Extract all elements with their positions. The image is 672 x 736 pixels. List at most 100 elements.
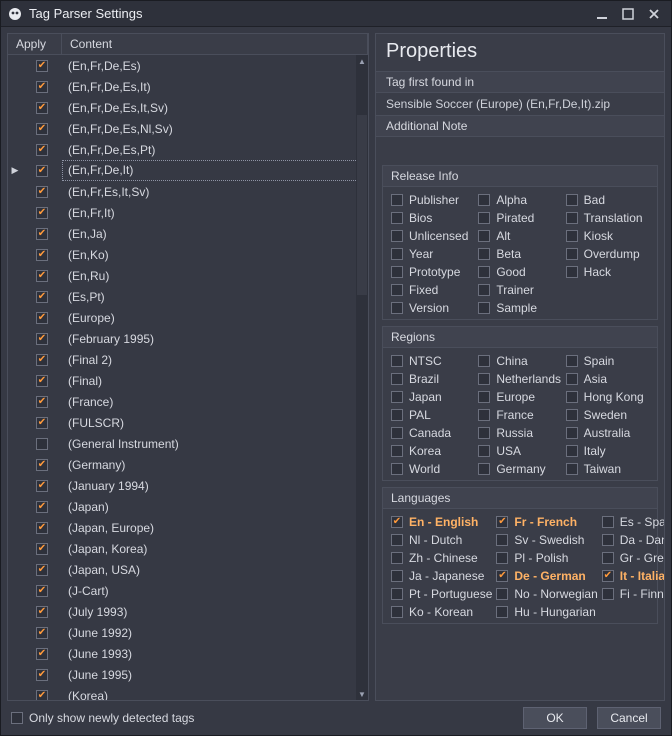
release-info-checkbox[interactable]: Trainer	[478, 283, 561, 297]
release-info-checkbox[interactable]: Alt	[478, 229, 561, 243]
regions-checkbox[interactable]: Asia	[566, 372, 649, 386]
table-row[interactable]: ✔(FULSCR)	[8, 412, 368, 433]
only-new-checkbox[interactable]: Only show newly detected tags	[11, 711, 194, 725]
languages-checkbox[interactable]: Pt - Portuguese	[391, 587, 492, 601]
regions-checkbox[interactable]: Russia	[478, 426, 561, 440]
release-info-checkbox[interactable]: Prototype	[391, 265, 474, 279]
regions-checkbox[interactable]: Spain	[566, 354, 649, 368]
regions-checkbox[interactable]: PAL	[391, 408, 474, 422]
regions-checkbox[interactable]: Sweden	[566, 408, 649, 422]
table-row[interactable]: ✔(Final)	[8, 370, 368, 391]
apply-checkbox[interactable]: ✔	[22, 396, 62, 408]
close-button[interactable]	[643, 5, 665, 23]
apply-checkbox[interactable]: ✔	[22, 375, 62, 387]
table-row[interactable]: ✔(En,Fr,It)	[8, 202, 368, 223]
apply-checkbox[interactable]: ✔	[22, 333, 62, 345]
table-row[interactable]: ✔(En,Fr,Es,It,Sv)	[8, 181, 368, 202]
apply-checkbox[interactable]: ✔	[22, 270, 62, 282]
column-apply[interactable]: Apply	[8, 34, 62, 54]
release-info-checkbox[interactable]: Publisher	[391, 193, 474, 207]
regions-checkbox[interactable]: Taiwan	[566, 462, 649, 476]
apply-checkbox[interactable]: ✔	[22, 102, 62, 114]
languages-checkbox[interactable]: ✔It - Italian	[602, 569, 665, 583]
apply-checkbox[interactable]: ✔	[22, 606, 62, 618]
languages-checkbox[interactable]: ✔Fr - French	[496, 515, 597, 529]
apply-checkbox[interactable]: ✔	[22, 543, 62, 555]
table-row[interactable]: ✔(En,Ru)	[8, 265, 368, 286]
regions-checkbox[interactable]: USA	[478, 444, 561, 458]
table-row[interactable]: ✔(Europe)	[8, 307, 368, 328]
table-row[interactable]: ✔(En,Fr,De,Es)	[8, 55, 368, 76]
release-info-checkbox[interactable]: Sample	[478, 301, 561, 315]
cancel-button[interactable]: Cancel	[597, 707, 661, 729]
table-row[interactable]: ✔(June 1993)	[8, 643, 368, 664]
apply-checkbox[interactable]: ✔	[22, 501, 62, 513]
release-info-checkbox[interactable]: Alpha	[478, 193, 561, 207]
release-info-checkbox[interactable]: Kiosk	[566, 229, 649, 243]
maximize-button[interactable]	[617, 5, 639, 23]
apply-checkbox[interactable]: ✔	[22, 522, 62, 534]
regions-checkbox[interactable]: World	[391, 462, 474, 476]
scroll-thumb[interactable]	[357, 115, 367, 295]
scroll-up-icon[interactable]: ▲	[356, 55, 368, 67]
scroll-down-icon[interactable]: ▼	[356, 688, 368, 700]
apply-checkbox[interactable]: ✔	[22, 459, 62, 471]
apply-checkbox[interactable]	[22, 438, 62, 450]
table-row[interactable]: ✔(En,Ko)	[8, 244, 368, 265]
table-row[interactable]: ✔(Germany)	[8, 454, 368, 475]
apply-checkbox[interactable]: ✔	[22, 417, 62, 429]
languages-checkbox[interactable]: Pl - Polish	[496, 551, 597, 565]
languages-checkbox[interactable]: Es - Spanish	[602, 515, 665, 529]
regions-checkbox[interactable]: Hong Kong	[566, 390, 649, 404]
additional-note-value[interactable]	[376, 137, 664, 159]
table-row[interactable]: ✔(Final 2)	[8, 349, 368, 370]
regions-checkbox[interactable]: Canada	[391, 426, 474, 440]
release-info-checkbox[interactable]: Beta	[478, 247, 561, 261]
table-row[interactable]: ✔(En,Ja)	[8, 223, 368, 244]
regions-checkbox[interactable]: Europe	[478, 390, 561, 404]
apply-checkbox[interactable]: ✔	[22, 228, 62, 240]
table-row[interactable]: ✔(January 1994)	[8, 475, 368, 496]
table-row[interactable]: ✔(Es,Pt)	[8, 286, 368, 307]
apply-checkbox[interactable]: ✔	[22, 354, 62, 366]
languages-checkbox[interactable]: Sv - Swedish	[496, 533, 597, 547]
release-info-checkbox[interactable]: Good	[478, 265, 561, 279]
languages-checkbox[interactable]: Hu - Hungarian	[496, 605, 597, 619]
release-info-checkbox[interactable]: Unlicensed	[391, 229, 474, 243]
table-row[interactable]: ✔(En,Fr,De,Es,It)	[8, 76, 368, 97]
languages-checkbox[interactable]: ✔En - English	[391, 515, 492, 529]
regions-checkbox[interactable]: NTSC	[391, 354, 474, 368]
table-row[interactable]: ▶✔(En,Fr,De,It)	[8, 160, 368, 181]
languages-checkbox[interactable]: Ko - Korean	[391, 605, 492, 619]
apply-checkbox[interactable]: ✔	[22, 564, 62, 576]
table-row[interactable]: ✔(En,Fr,De,Es,Pt)	[8, 139, 368, 160]
apply-checkbox[interactable]: ✔	[22, 123, 62, 135]
apply-checkbox[interactable]: ✔	[22, 669, 62, 681]
apply-checkbox[interactable]: ✔	[22, 585, 62, 597]
table-row[interactable]: ✔(En,Fr,De,Es,Nl,Sv)	[8, 118, 368, 139]
languages-checkbox[interactable]: No - Norwegian	[496, 587, 597, 601]
apply-checkbox[interactable]: ✔	[22, 627, 62, 639]
vertical-scrollbar[interactable]: ▲ ▼	[356, 55, 368, 700]
release-info-checkbox[interactable]: Overdump	[566, 247, 649, 261]
regions-checkbox[interactable]: Japan	[391, 390, 474, 404]
table-row[interactable]: ✔(Japan)	[8, 496, 368, 517]
regions-checkbox[interactable]: Netherlands	[478, 372, 561, 386]
release-info-checkbox[interactable]: Hack	[566, 265, 649, 279]
table-row[interactable]: ✔(Japan, Europe)	[8, 517, 368, 538]
minimize-button[interactable]	[591, 5, 613, 23]
regions-checkbox[interactable]: Australia	[566, 426, 649, 440]
release-info-checkbox[interactable]: Translation	[566, 211, 649, 225]
table-row[interactable]: ✔(France)	[8, 391, 368, 412]
languages-checkbox[interactable]: ✔De - German	[496, 569, 597, 583]
regions-checkbox[interactable]: Brazil	[391, 372, 474, 386]
regions-checkbox[interactable]: Germany	[478, 462, 561, 476]
ok-button[interactable]: OK	[523, 707, 587, 729]
release-info-checkbox[interactable]: Pirated	[478, 211, 561, 225]
apply-checkbox[interactable]: ✔	[22, 312, 62, 324]
release-info-checkbox[interactable]: Fixed	[391, 283, 474, 297]
table-row[interactable]: ✔(June 1995)	[8, 664, 368, 685]
table-row[interactable]: ✔(J-Cart)	[8, 580, 368, 601]
apply-checkbox[interactable]: ✔	[22, 648, 62, 660]
table-row[interactable]: ✔(En,Fr,De,Es,It,Sv)	[8, 97, 368, 118]
